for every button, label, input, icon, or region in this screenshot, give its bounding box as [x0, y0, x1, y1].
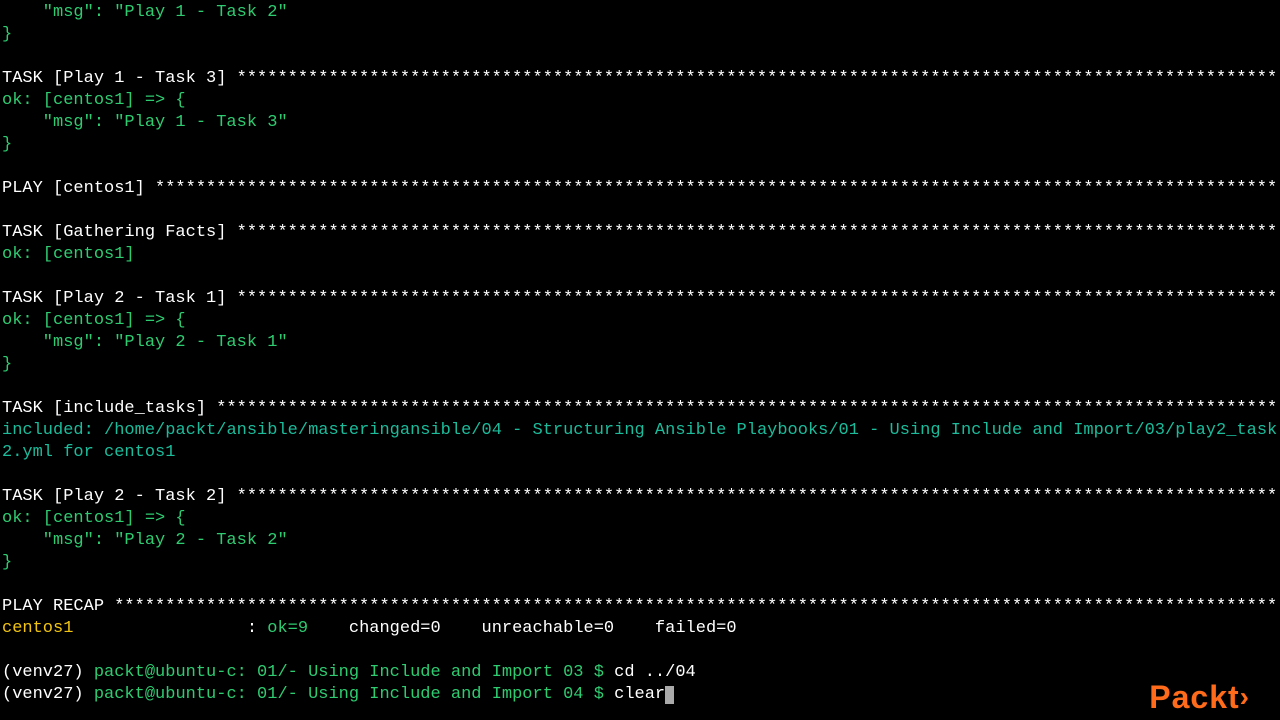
output-line: ok: [centos1] [2, 244, 1278, 266]
task-label: TASK [include_tasks] [2, 399, 216, 418]
prompt-text: packt@ubuntu-c: 01/- Using Include and I… [94, 663, 614, 682]
venv-label: (venv27) [2, 685, 94, 704]
task-header: TASK [Gathering Facts] *****************… [2, 222, 1278, 244]
blank-line [2, 156, 1278, 178]
output-line: "msg": "Play 2 - Task 1" [2, 332, 1278, 354]
recap-colon: : [247, 618, 267, 640]
recap-header: PLAY RECAP *****************************… [2, 596, 1278, 618]
task-label: TASK [Gathering Facts] [2, 223, 237, 242]
included-path: /home/packt/ansible/masteringansible/04 … [2, 421, 1277, 462]
output-line: ok: [centos1] => { [2, 508, 1278, 530]
output-line: "msg": "Play 2 - Task 2" [2, 530, 1278, 552]
output-line: } [2, 552, 1278, 574]
terminal-output[interactable]: "msg": "Play 1 - Task 2" } TASK [Play 1 … [2, 2, 1278, 706]
included-line: included: /home/packt/ansible/masteringa… [2, 420, 1278, 464]
task-header: TASK [Play 2 - Task 2] *****************… [2, 486, 1278, 508]
blank-line [2, 200, 1278, 222]
recap-ok: ok=9 [267, 618, 338, 640]
divider-stars: ****************************************… [216, 399, 1278, 418]
prompt-line: (venv27) packt@ubuntu-c: 01/- Using Incl… [2, 662, 1278, 684]
output-line: } [2, 354, 1278, 376]
task-label: TASK [Play 2 - Task 2] [2, 487, 237, 506]
divider-stars: ****************************************… [155, 179, 1278, 198]
blank-line [2, 376, 1278, 398]
blank-line [2, 266, 1278, 288]
cursor-icon [665, 686, 674, 704]
recap-line: centos1 : ok=9 changed=0 unreachable=0 f… [2, 618, 1278, 640]
divider-stars: ****************************************… [237, 289, 1278, 308]
divider-stars: ****************************************… [237, 223, 1278, 242]
output-line: ok: [centos1] => { [2, 310, 1278, 332]
blank-line [2, 46, 1278, 68]
recap-failed: failed=0 [645, 618, 737, 640]
task-label: TASK [Play 1 - Task 3] [2, 69, 237, 88]
output-line: ok: [centos1] => { [2, 90, 1278, 112]
divider-stars: ****************************************… [114, 597, 1278, 616]
recap-host: centos1 [2, 618, 247, 640]
blank-line [2, 640, 1278, 662]
included-prefix: included: [2, 421, 104, 440]
command-text: clear [614, 685, 665, 704]
chevron-right-icon: › [1240, 686, 1250, 708]
output-line: } [2, 134, 1278, 156]
venv-label: (venv27) [2, 663, 94, 682]
play-header: PLAY [centos1] *************************… [2, 178, 1278, 200]
output-line: "msg": "Play 1 - Task 3" [2, 112, 1278, 134]
task-label: TASK [Play 2 - Task 1] [2, 289, 237, 308]
prompt-line[interactable]: (venv27) packt@ubuntu-c: 01/- Using Incl… [2, 684, 1278, 706]
play-label: PLAY [centos1] [2, 179, 155, 198]
recap-changed: changed=0 [339, 618, 472, 640]
prompt-text: packt@ubuntu-c: 01/- Using Include and I… [94, 685, 614, 704]
output-line: } [2, 24, 1278, 46]
logo-text: Packt [1149, 679, 1239, 715]
blank-line [2, 464, 1278, 486]
task-header: TASK [include_tasks] *******************… [2, 398, 1278, 420]
divider-stars: ****************************************… [237, 69, 1278, 88]
divider-stars: ****************************************… [237, 487, 1278, 506]
packt-logo: Packt› [1149, 686, 1250, 710]
task-header: TASK [Play 2 - Task 1] *****************… [2, 288, 1278, 310]
recap-unreachable: unreachable=0 [471, 618, 644, 640]
blank-line [2, 574, 1278, 596]
task-header: TASK [Play 1 - Task 3] *****************… [2, 68, 1278, 90]
command-text: cd ../04 [614, 663, 696, 682]
output-line: "msg": "Play 1 - Task 2" [2, 2, 1278, 24]
recap-label: PLAY RECAP [2, 597, 114, 616]
